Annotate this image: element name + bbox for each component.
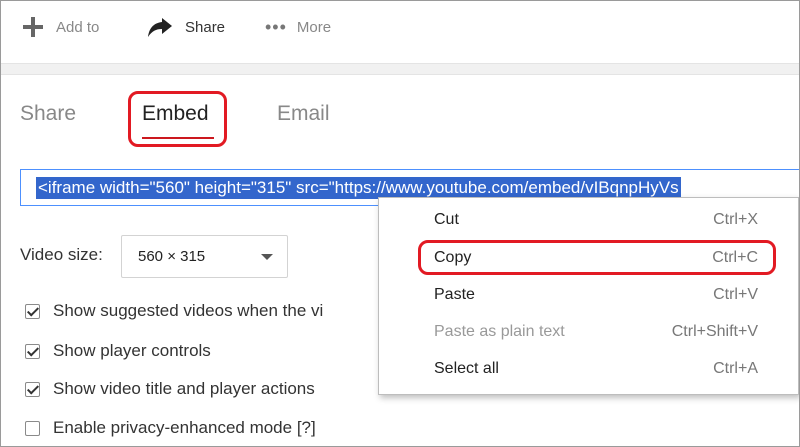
menu-item-label: Paste: [434, 286, 475, 303]
tab-email[interactable]: Email: [277, 101, 330, 127]
menu-item-select-all[interactable]: Select all Ctrl+A: [379, 355, 798, 383]
more-button[interactable]: ••• More: [265, 15, 331, 39]
checkbox-suggested-videos[interactable]: [25, 303, 40, 319]
option-suggested-videos[interactable]: Show suggested videos when the vi: [25, 300, 323, 322]
section-divider: [1, 63, 799, 75]
share-button[interactable]: Share: [147, 15, 225, 39]
context-menu: Cut Ctrl+X Copy Ctrl+C Paste Ctrl+V Past…: [378, 197, 799, 395]
share-panel: Add to Share ••• More Share Embed Email …: [0, 0, 800, 447]
video-size-value: 560 × 315: [138, 248, 206, 265]
option-label: Show suggested videos when the vi: [53, 301, 324, 320]
option-label: Show player controls: [53, 341, 211, 360]
menu-item-shortcut: Ctrl+X: [713, 211, 758, 228]
option-title-actions[interactable]: Show video title and player actions: [25, 378, 315, 400]
plus-icon: [22, 16, 44, 38]
option-label: Enable privacy-enhanced mode [?]: [53, 418, 316, 437]
menu-item-label: Cut: [434, 211, 459, 228]
more-label: More: [296, 18, 332, 36]
menu-item-label: Paste as plain text: [434, 323, 565, 340]
menu-item-cut[interactable]: Cut Ctrl+X: [379, 206, 798, 234]
dropdown-caret-icon: [261, 254, 273, 260]
option-label: Show video title and player actions: [53, 379, 315, 398]
option-player-controls[interactable]: Show player controls: [25, 340, 211, 362]
option-privacy-mode[interactable]: Enable privacy-enhanced mode [?]: [25, 417, 316, 439]
copy-highlight: [418, 240, 776, 275]
menu-item-paste[interactable]: Paste Ctrl+V: [379, 281, 798, 309]
checkbox-player-controls[interactable]: [25, 343, 40, 359]
share-label: Share: [185, 18, 226, 36]
action-bar: Add to Share ••• More: [1, 1, 799, 61]
menu-item-shortcut: Ctrl+Shift+V: [671, 323, 758, 340]
menu-item-label: Select all: [434, 360, 499, 377]
embed-code-text: <iframe width="560" height="315" src="ht…: [36, 177, 681, 199]
share-arrow-icon: [147, 16, 173, 38]
add-to-button[interactable]: Add to: [22, 15, 99, 39]
checkbox-privacy-mode[interactable]: [25, 420, 40, 436]
video-size-select[interactable]: 560 × 315: [121, 235, 288, 278]
menu-item-paste-plain: Paste as plain text Ctrl+Shift+V: [379, 318, 798, 346]
menu-item-shortcut: Ctrl+V: [713, 286, 758, 303]
embed-tab-highlight: [128, 91, 227, 147]
tab-share[interactable]: Share: [20, 101, 76, 127]
video-size-label: Video size:: [20, 245, 103, 264]
menu-item-shortcut: Ctrl+A: [713, 360, 758, 377]
checkbox-title-actions[interactable]: [25, 381, 40, 397]
more-dots-icon: •••: [265, 17, 287, 37]
add-to-label: Add to: [56, 18, 100, 36]
